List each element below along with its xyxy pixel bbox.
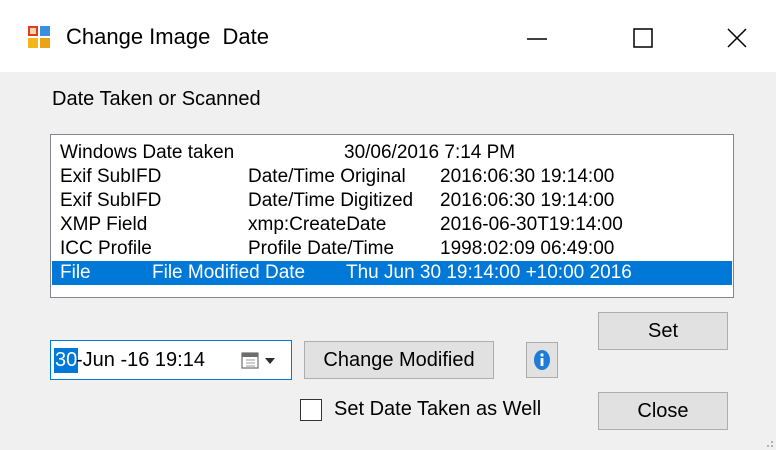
list-item-selected[interactable]: File File Modified Date Thu Jun 30 19:14… xyxy=(52,261,732,285)
date-time-picker[interactable]: 30 -Jun -16 19:14 xyxy=(50,340,292,380)
list-item-source: Exif SubIFD xyxy=(60,190,162,211)
change-image-date-window: Change Image Date Date Taken or Scanned … xyxy=(0,0,776,450)
list-item-source: Exif SubIFD xyxy=(60,166,162,187)
minimize-button[interactable] xyxy=(492,8,582,68)
change-modified-button[interactable]: Change Modified xyxy=(304,341,494,379)
info-button[interactable] xyxy=(526,342,558,378)
list-item-value: 30/06/2016 7:14 PM xyxy=(344,142,516,163)
app-icon xyxy=(28,26,50,48)
list-item[interactable]: Windows Date taken 30/06/2016 7:14 PM xyxy=(52,141,732,165)
list-item-source: Windows Date taken xyxy=(60,142,235,163)
title-bar: Change Image Date xyxy=(0,0,776,72)
maximize-icon xyxy=(633,28,653,48)
list-item-value: 1998:02:09 06:49:00 xyxy=(440,238,615,259)
close-button[interactable]: Close xyxy=(598,392,728,430)
list-item-value: 2016:06:30 19:14:00 xyxy=(440,190,615,211)
info-icon xyxy=(534,350,550,370)
list-item[interactable]: ICC Profile Profile Date/Time 1998:02:09… xyxy=(52,237,732,261)
list-item-value: Thu Jun 30 19:14:00 +10:00 2016 xyxy=(346,262,632,283)
close-window-button[interactable] xyxy=(692,8,776,68)
list-item[interactable]: Exif SubIFD Date/Time Original 2016:06:3… xyxy=(52,165,732,189)
minimize-icon xyxy=(527,38,547,40)
date-picker-day-segment[interactable]: 30 xyxy=(54,348,79,373)
list-item-field: Date/Time Digitized xyxy=(248,190,414,211)
list-item[interactable]: Exif SubIFD Date/Time Digitized 2016:06:… xyxy=(52,189,732,213)
close-icon xyxy=(727,28,747,48)
section-label: Date Taken or Scanned xyxy=(52,88,261,110)
list-item-source: XMP Field xyxy=(60,214,148,235)
set-button[interactable]: Set xyxy=(598,312,728,350)
list-item-field: xmp:CreateDate xyxy=(248,214,387,235)
window-title: Change Image Date xyxy=(66,24,270,49)
list-item-field: Profile Date/Time xyxy=(248,238,395,259)
chevron-down-icon xyxy=(265,358,275,364)
set-date-taken-checkbox[interactable] xyxy=(300,399,322,421)
calendar-icon[interactable] xyxy=(241,351,285,371)
list-item[interactable]: XMP Field xmp:CreateDate 2016-06-30T19:1… xyxy=(52,213,732,237)
date-picker-value: -Jun -16 19:14 xyxy=(76,349,205,371)
date-fields-listbox[interactable]: Windows Date taken 30/06/2016 7:14 PM Ex… xyxy=(50,134,734,298)
resize-grip-icon[interactable] xyxy=(762,436,774,448)
set-date-taken-label: Set Date Taken as Well xyxy=(334,398,542,420)
list-item-source: ICC Profile xyxy=(60,238,152,259)
list-item-value: 2016-06-30T19:14:00 xyxy=(440,214,623,235)
maximize-button[interactable] xyxy=(598,8,688,68)
list-item-source: File xyxy=(60,262,91,283)
list-item-field: File Modified Date xyxy=(152,262,306,283)
list-item-field: Date/Time Original xyxy=(248,166,406,187)
list-item-value: 2016:06:30 19:14:00 xyxy=(440,166,615,187)
